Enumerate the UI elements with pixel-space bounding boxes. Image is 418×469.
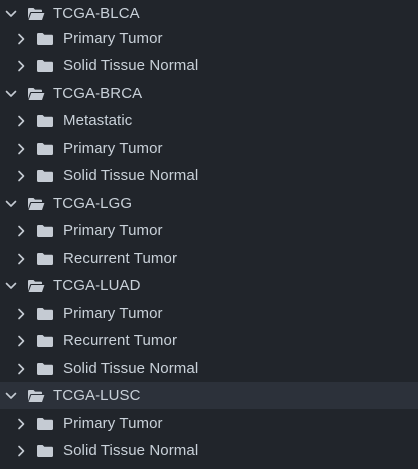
tree-item-label: Primary Tumor <box>63 30 163 47</box>
tree-item-row[interactable]: Solid Tissue Normal <box>0 162 418 189</box>
tree-group-label: TCGA-LUAD <box>53 277 141 294</box>
tree-group-label: TCGA-LGG <box>53 195 133 212</box>
tree-group-row[interactable]: TCGA-LUAD <box>0 272 418 299</box>
chevron-right-icon[interactable] <box>15 59 27 73</box>
tree-group-label: TCGA-BLCA <box>53 5 140 22</box>
folder-icon <box>36 362 54 376</box>
folder-icon <box>36 444 54 458</box>
folder-icon <box>36 169 54 183</box>
tree-group-label: TCGA-BRCA <box>53 85 143 102</box>
folder-open-icon <box>27 279 45 293</box>
folder-icon <box>36 32 54 46</box>
folder-icon <box>36 334 54 348</box>
tree-item-label: Recurrent Tumor <box>63 332 178 349</box>
tree-item-row[interactable]: Recurrent Tumor <box>0 327 418 354</box>
folder-open-icon <box>27 389 45 403</box>
tree-group-row[interactable]: TCGA-LGG <box>0 190 418 217</box>
tree-item-row[interactable]: Solid Tissue Normal <box>0 52 418 79</box>
chevron-right-icon[interactable] <box>15 307 27 321</box>
tree-item-label: Solid Tissue Normal <box>63 167 199 184</box>
chevron-down-icon[interactable] <box>5 197 17 211</box>
tree-item-label: Recurrent Tumor <box>63 250 178 267</box>
chevron-right-icon[interactable] <box>15 334 27 348</box>
chevron-down-icon[interactable] <box>5 279 17 293</box>
folder-open-icon <box>27 197 45 211</box>
folder-icon <box>36 114 54 128</box>
chevron-right-icon[interactable] <box>15 169 27 183</box>
tree-item-row[interactable]: Solid Tissue Normal <box>0 355 418 382</box>
chevron-down-icon[interactable] <box>5 87 17 101</box>
chevron-down-icon[interactable] <box>5 7 17 21</box>
tree-group-row[interactable]: TCGA-LUSC <box>0 382 418 409</box>
folder-icon <box>36 252 54 266</box>
chevron-down-icon[interactable] <box>5 389 17 403</box>
chevron-right-icon[interactable] <box>15 444 27 458</box>
tree-item-label: Primary Tumor <box>63 140 163 157</box>
folder-icon <box>36 224 54 238</box>
tree-group-label: TCGA-LUSC <box>53 387 141 404</box>
folder-icon <box>36 142 54 156</box>
folder-icon <box>36 307 54 321</box>
tree-item-label: Solid Tissue Normal <box>63 57 199 74</box>
folder-open-icon <box>27 7 45 21</box>
tree-item-row[interactable]: Primary Tumor <box>0 300 418 327</box>
folder-icon <box>36 417 54 431</box>
tree-group-row[interactable]: TCGA-BLCA <box>0 0 418 27</box>
tree-item-label: Primary Tumor <box>63 415 163 432</box>
file-tree: TCGA-BLCA Primary Tumor Solid Tissue Norma… <box>0 0 418 469</box>
folder-icon <box>36 59 54 73</box>
tree-item-label: Primary Tumor <box>63 305 163 322</box>
tree-item-row[interactable]: Primary Tumor <box>0 217 418 244</box>
folder-open-icon <box>27 87 45 101</box>
chevron-right-icon[interactable] <box>15 417 27 431</box>
tree-item-row[interactable]: Solid Tissue Normal <box>0 437 418 464</box>
tree-item-label: Solid Tissue Normal <box>63 360 199 377</box>
tree-group-row[interactable]: TCGA-BRCA <box>0 80 418 107</box>
tree-item-label: Solid Tissue Normal <box>63 442 199 459</box>
tree-item-row[interactable]: Primary Tumor <box>0 25 418 52</box>
chevron-right-icon[interactable] <box>15 224 27 238</box>
tree-item-row[interactable]: Recurrent Tumor <box>0 245 418 272</box>
tree-item-label: Metastatic <box>63 112 133 129</box>
tree-item-row[interactable]: Metastatic <box>0 107 418 134</box>
tree-item-row[interactable]: Primary Tumor <box>0 410 418 437</box>
chevron-right-icon[interactable] <box>15 114 27 128</box>
chevron-right-icon[interactable] <box>15 32 27 46</box>
chevron-right-icon[interactable] <box>15 252 27 266</box>
chevron-right-icon[interactable] <box>15 362 27 376</box>
tree-item-label: Primary Tumor <box>63 222 163 239</box>
chevron-right-icon[interactable] <box>15 142 27 156</box>
tree-item-row[interactable]: Primary Tumor <box>0 135 418 162</box>
